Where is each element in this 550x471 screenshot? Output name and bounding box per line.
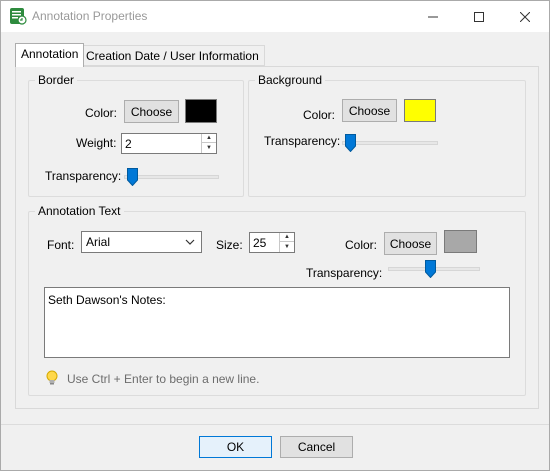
background-color-label: Color: [303,108,336,122]
slider-thumb-icon[interactable] [345,134,356,152]
close-icon [520,11,530,22]
title-bar[interactable]: Annotation Properties [1,1,549,32]
font-size-spinner[interactable]: 25 ▲ ▼ [249,232,295,253]
spin-up-icon[interactable]: ▲ [280,233,294,242]
annotation-text-group-title: Annotation Text [35,204,124,218]
text-color-choose-button[interactable]: Choose [384,232,437,255]
slider-track [124,175,219,179]
tab-annotation-label: Annotation [21,47,79,61]
tab-creation-date-label: Creation Date / User Information [86,49,259,63]
footer-separator [1,424,549,425]
background-transparency-label: Transparency: [264,134,341,148]
text-color-swatch [444,230,477,253]
background-transparency-slider[interactable] [342,134,438,152]
annotation-app-icon [10,8,27,25]
border-weight-label: Weight: [76,136,117,150]
font-label: Font: [47,238,75,252]
annotation-tab-panel: Border Color: Choose Weight: 2 ▲ ▼ Trans… [15,66,539,409]
tab-creation-date-user-information[interactable]: Creation Date / User Information [80,45,265,66]
annotation-text-area[interactable] [44,287,510,358]
minimize-button[interactable] [410,1,456,32]
border-color-swatch [185,99,217,123]
border-group-title: Border [35,73,78,87]
border-transparency-label: Transparency: [45,169,122,183]
size-label: Size: [216,238,243,252]
minimize-icon [428,16,438,17]
border-transparency-slider[interactable] [124,168,219,186]
tab-annotation[interactable]: Annotation [15,43,85,67]
window-title: Annotation Properties [32,9,148,23]
text-transparency-label: Transparency: [306,266,383,280]
maximize-button[interactable] [456,1,502,32]
lightbulb-icon [46,370,58,385]
cancel-button[interactable]: Cancel [280,436,353,458]
background-group-title: Background [255,73,326,87]
font-select[interactable]: Arial [81,231,202,253]
font-size-value: 25 [253,236,267,250]
slider-thumb-icon[interactable] [425,260,436,278]
spin-up-icon[interactable]: ▲ [202,134,216,143]
font-value: Arial [86,235,111,249]
close-button[interactable] [502,1,548,32]
spin-down-icon[interactable]: ▼ [202,143,216,152]
slider-track [342,141,438,145]
border-weight-value: 2 [125,137,132,151]
border-color-choose-button[interactable]: Choose [124,100,179,123]
border-color-label: Color: [85,106,118,120]
text-transparency-slider[interactable] [388,260,480,278]
slider-thumb-icon[interactable] [127,168,138,186]
background-color-choose-button[interactable]: Choose [342,99,397,122]
border-weight-spinner[interactable]: 2 ▲ ▼ [121,133,217,154]
annotation-properties-dialog: Annotation Properties Annotation Creatio… [0,0,550,471]
maximize-icon [474,11,484,22]
spin-down-icon[interactable]: ▼ [280,242,294,251]
ok-button[interactable]: OK [199,436,272,458]
background-color-swatch [404,99,436,122]
hint-text: Use Ctrl + Enter to begin a new line. [67,372,260,386]
text-color-label: Color: [345,238,378,252]
chevron-down-icon [185,239,195,245]
